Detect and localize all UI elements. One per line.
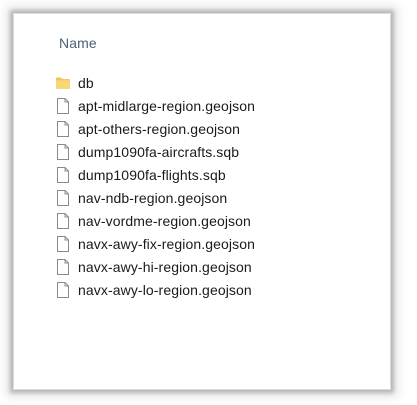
- file-icon: [54, 189, 72, 207]
- file-name-label: nav-vordme-region.geojson: [78, 212, 251, 229]
- list-item-file[interactable]: nav-vordme-region.geojson: [54, 209, 255, 232]
- file-name-label: dump1090fa-flights.sqb: [78, 166, 226, 183]
- file-icon: [54, 166, 72, 184]
- file-name-label: nav-ndb-region.geojson: [78, 189, 228, 206]
- file-icon: [54, 212, 72, 230]
- list-item-file[interactable]: nav-ndb-region.geojson: [54, 186, 255, 209]
- list-item-file[interactable]: apt-others-region.geojson: [54, 117, 255, 140]
- file-list-panel: Name db apt-midlarge-region.geojson apt-…: [14, 14, 390, 389]
- file-name-label: db: [78, 74, 94, 91]
- list-item-file[interactable]: dump1090fa-aircrafts.sqb: [54, 140, 255, 163]
- file-icon: [54, 143, 72, 161]
- file-icon: [54, 97, 72, 115]
- file-name-label: apt-others-region.geojson: [78, 120, 241, 137]
- list-item-file[interactable]: navx-awy-fix-region.geojson: [54, 232, 255, 255]
- list-item-file[interactable]: apt-midlarge-region.geojson: [54, 94, 255, 117]
- file-name-label: navx-awy-fix-region.geojson: [78, 235, 256, 252]
- file-name-label: dump1090fa-aircrafts.sqb: [78, 143, 240, 160]
- file-list: db apt-midlarge-region.geojson apt-other…: [54, 71, 255, 301]
- file-icon: [54, 235, 72, 253]
- file-icon: [54, 120, 72, 138]
- list-item-file[interactable]: navx-awy-lo-region.geojson: [54, 278, 255, 301]
- file-icon: [54, 258, 72, 276]
- name-column-header[interactable]: Name: [59, 35, 97, 51]
- file-name-label: navx-awy-lo-region.geojson: [78, 281, 252, 298]
- folder-icon: [54, 74, 72, 92]
- list-item-file[interactable]: dump1090fa-flights.sqb: [54, 163, 255, 186]
- file-icon: [54, 281, 72, 299]
- file-name-label: apt-midlarge-region.geojson: [78, 97, 256, 114]
- list-item-folder-db[interactable]: db: [54, 71, 255, 94]
- file-name-label: navx-awy-hi-region.geojson: [78, 258, 252, 275]
- list-item-file[interactable]: navx-awy-hi-region.geojson: [54, 255, 255, 278]
